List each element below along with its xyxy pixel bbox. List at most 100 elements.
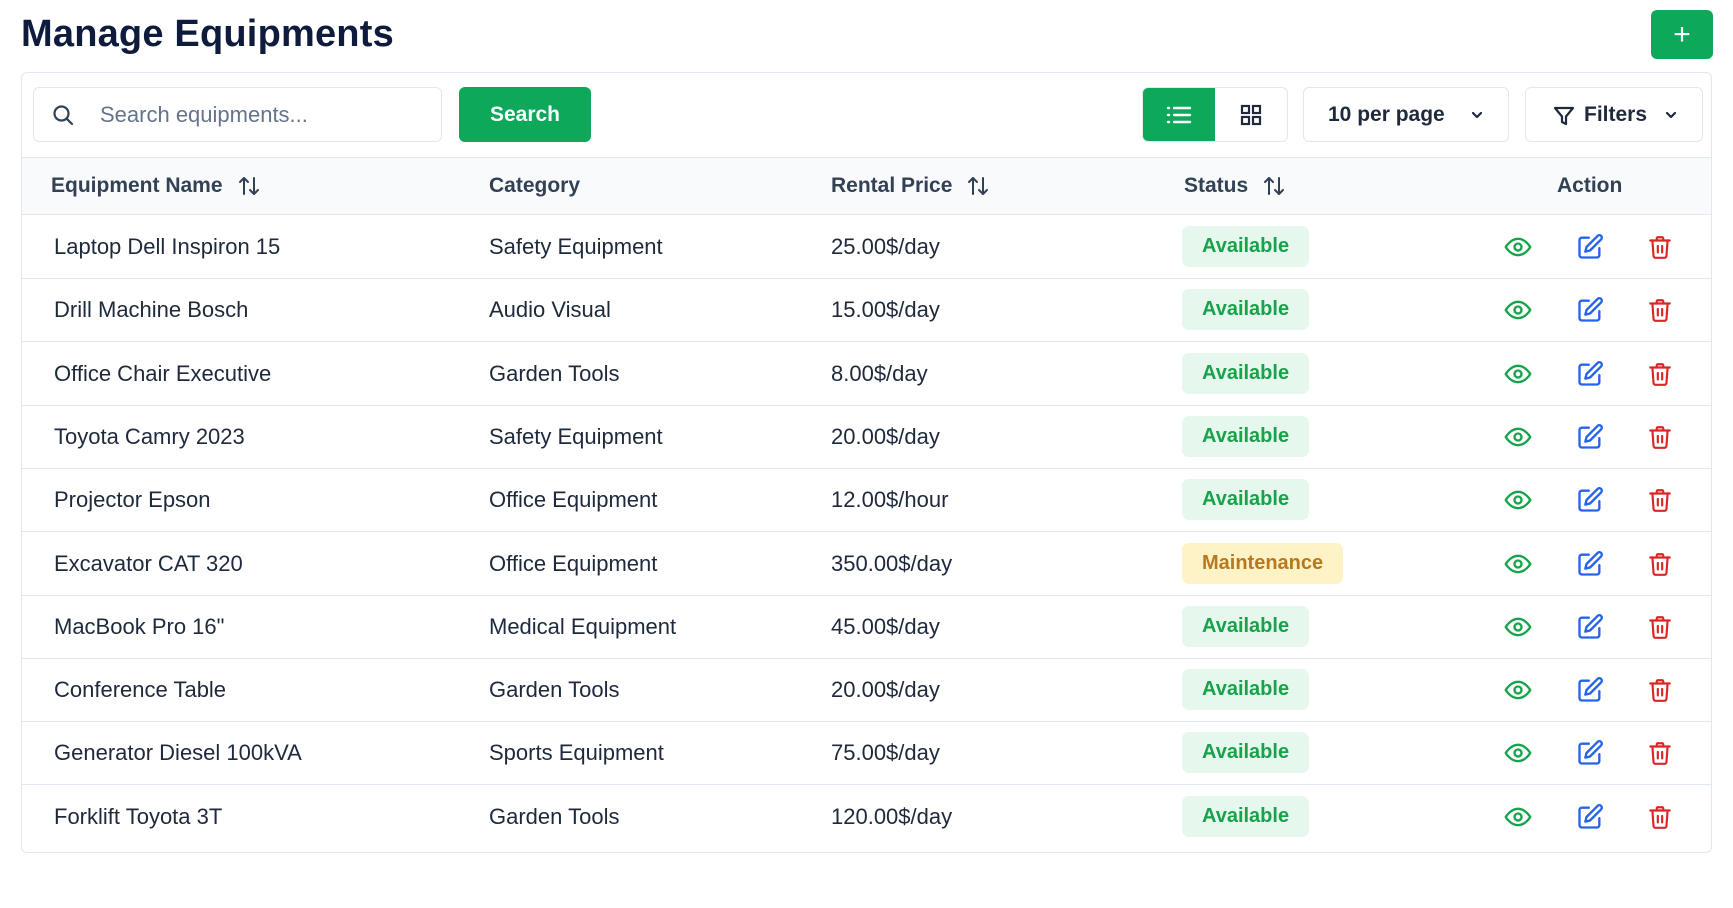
sort-icon[interactable] <box>1262 175 1286 197</box>
equipment-category: Garden Tools <box>489 360 620 386</box>
status-badge: Available <box>1182 669 1310 711</box>
per-page-select[interactable]: 10 per page <box>1303 87 1509 142</box>
delete-button[interactable] <box>1646 550 1674 578</box>
sort-icon[interactable] <box>966 175 990 197</box>
trash-icon <box>1649 362 1671 386</box>
status-badge: Available <box>1182 605 1310 647</box>
add-equipment-button[interactable]: + <box>1651 10 1713 59</box>
status-badge: Available <box>1182 795 1310 837</box>
rental-price: 15.00$/day <box>831 297 940 323</box>
grid-view-button[interactable] <box>1215 88 1287 141</box>
edit-button[interactable] <box>1576 550 1604 578</box>
rental-price: 75.00$/day <box>831 740 940 766</box>
view-button[interactable] <box>1504 613 1532 641</box>
column-header-name[interactable]: Equipment Name <box>51 174 261 198</box>
delete-button[interactable] <box>1646 360 1674 388</box>
column-label: Category <box>489 174 581 197</box>
equipment-name: Laptop Dell Inspiron 15 <box>54 234 281 259</box>
filters-button[interactable]: Filters <box>1525 87 1703 142</box>
edit-button[interactable] <box>1576 739 1604 767</box>
column-label: Rental Price <box>831 174 953 197</box>
table-row: Excavator CAT 320 Office Equipment 350.00$… <box>22 533 1711 596</box>
trash-icon <box>1649 805 1671 829</box>
rental-price: 120.00$/day <box>831 803 953 829</box>
edit-button[interactable] <box>1576 676 1604 704</box>
delete-button[interactable] <box>1646 739 1674 767</box>
equipment-category: Medical Equipment <box>489 613 677 639</box>
view-button[interactable] <box>1504 550 1532 578</box>
eye-icon <box>1504 744 1532 763</box>
view-button[interactable] <box>1504 676 1532 704</box>
view-button[interactable] <box>1504 233 1532 261</box>
edit-button[interactable] <box>1576 296 1604 324</box>
search-box[interactable] <box>33 87 442 142</box>
sort-icon[interactable] <box>237 175 261 197</box>
view-button[interactable] <box>1504 739 1532 767</box>
column-header-price[interactable]: Rental Price <box>831 174 990 198</box>
view-toggle <box>1142 87 1288 142</box>
column-label: Equipment Name <box>51 174 223 197</box>
table-row: Drill Machine Bosch Audio Visual 15.00$/da… <box>22 279 1711 343</box>
filters-label: Filters <box>1584 103 1648 126</box>
table-row: Conference Table Garden Tools 20.00$/day Av… <box>22 659 1711 723</box>
status-badge: Available <box>1182 289 1310 331</box>
delete-button[interactable] <box>1646 803 1674 831</box>
eye-icon <box>1504 490 1532 510</box>
edit-icon <box>1578 424 1603 449</box>
rental-price: 20.00$/day <box>831 677 940 703</box>
edit-button[interactable] <box>1576 486 1604 514</box>
delete-button[interactable] <box>1646 296 1674 324</box>
delete-button[interactable] <box>1646 423 1674 451</box>
edit-icon <box>1578 360 1603 386</box>
edit-button[interactable] <box>1576 360 1604 388</box>
trash-icon <box>1649 489 1671 513</box>
trash-icon <box>1649 615 1671 639</box>
delete-button[interactable] <box>1646 613 1674 641</box>
edit-icon <box>1578 234 1603 259</box>
edit-button[interactable] <box>1576 423 1604 451</box>
view-button[interactable] <box>1504 296 1532 324</box>
delete-button[interactable] <box>1646 233 1674 261</box>
equipment-name: Toyota Camry 2023 <box>54 423 245 449</box>
view-button[interactable] <box>1504 803 1532 831</box>
trash-icon <box>1649 299 1671 323</box>
edit-button[interactable] <box>1576 233 1604 261</box>
eye-icon <box>1504 364 1532 383</box>
column-header-status[interactable]: Status <box>1184 174 1286 198</box>
edit-icon <box>1578 550 1603 576</box>
edit-icon <box>1578 677 1603 702</box>
equipment-name: Forklift Toyota 3T <box>54 803 223 829</box>
search-input[interactable] <box>100 98 430 132</box>
per-page-label: 10 per page <box>1328 102 1445 126</box>
search-button[interactable]: Search <box>459 87 591 142</box>
trash-icon <box>1649 742 1671 766</box>
delete-button[interactable] <box>1646 486 1674 514</box>
view-button[interactable] <box>1504 360 1532 388</box>
eye-icon <box>1504 300 1532 320</box>
column-label: Action <box>1557 174 1623 197</box>
equipment-category: Garden Tools <box>489 677 620 703</box>
view-button[interactable] <box>1504 486 1532 514</box>
list-view-button[interactable] <box>1143 88 1215 141</box>
view-button[interactable] <box>1504 423 1532 451</box>
equipment-name: Drill Machine Bosch <box>54 297 249 323</box>
table-row: Office Chair Executive Garden Tools 8.00$/… <box>22 343 1711 406</box>
table-row: Laptop Dell Inspiron 15 Safety Equipment 2… <box>22 216 1711 279</box>
trash-icon <box>1649 679 1671 703</box>
status-badge: Available <box>1182 226 1310 267</box>
edit-button[interactable] <box>1576 613 1604 641</box>
equipment-name: Conference Table <box>54 677 227 703</box>
eye-icon <box>1504 617 1532 637</box>
trash-icon <box>1649 236 1671 259</box>
table-row: MacBook Pro 16" Medical Equipment 45.00$/d… <box>22 596 1711 659</box>
chevron-down-icon <box>1665 111 1677 119</box>
delete-button[interactable] <box>1646 676 1674 704</box>
edit-icon <box>1578 740 1603 766</box>
toolbar: Search 10 per page <box>22 73 1711 157</box>
edit-button[interactable] <box>1576 803 1604 831</box>
rental-price: 8.00$/day <box>831 360 928 386</box>
edit-icon <box>1578 803 1603 829</box>
equipment-name: MacBook Pro 16" <box>54 613 225 639</box>
equipment-category: Office Equipment <box>489 550 658 576</box>
status-badge: Available <box>1182 479 1310 521</box>
